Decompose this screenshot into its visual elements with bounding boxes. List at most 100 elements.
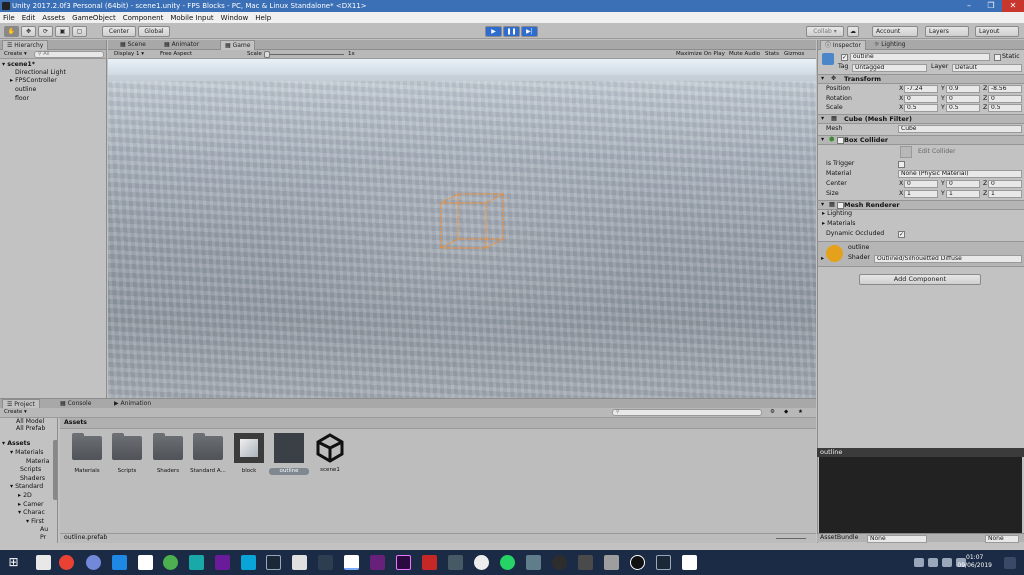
- collider-enabled-checkbox[interactable]: [837, 137, 844, 144]
- virtualbox-icon[interactable]: [241, 555, 256, 570]
- app-icon[interactable]: [682, 555, 697, 570]
- menu-window[interactable]: Window: [221, 14, 249, 22]
- stats-toggle[interactable]: Stats: [763, 51, 781, 58]
- premiere-icon[interactable]: [396, 555, 411, 570]
- asset-shaders-folder[interactable]: Shaders: [148, 433, 188, 475]
- materials-foldout[interactable]: ▸ Materials: [822, 220, 855, 228]
- size-y-field[interactable]: 1: [946, 190, 980, 198]
- tree-scrollbar[interactable]: [53, 440, 57, 500]
- scale-z-field[interactable]: 0.5: [988, 104, 1022, 112]
- app-icon[interactable]: [526, 555, 541, 570]
- icon-size-slider[interactable]: [776, 538, 806, 539]
- rotate-tool-icon[interactable]: ⟳: [38, 26, 53, 37]
- tree-shaders[interactable]: Shaders: [20, 475, 45, 483]
- minimize-button[interactable]: –: [958, 0, 980, 12]
- game-viewport[interactable]: [108, 59, 816, 398]
- scale-y-field[interactable]: 0.5: [946, 104, 980, 112]
- add-component-button[interactable]: Add Component: [859, 274, 981, 285]
- whatsapp-icon[interactable]: [500, 555, 515, 570]
- tree-audio[interactable]: Au: [40, 526, 48, 534]
- scale-slider-handle[interactable]: [264, 51, 270, 58]
- hierarchy-item-fpscontroller[interactable]: ▸ FPSController: [10, 77, 57, 85]
- tag-dropdown[interactable]: Untagged: [852, 64, 927, 72]
- is-trigger-checkbox[interactable]: [898, 161, 905, 168]
- tab-scene[interactable]: ▦ Scene: [116, 40, 150, 50]
- layer-dropdown[interactable]: Default: [952, 64, 1022, 72]
- asset-scripts-folder[interactable]: Scripts: [107, 433, 147, 475]
- menu-help[interactable]: Help: [255, 14, 271, 22]
- tab-animator[interactable]: ▦ Animator: [160, 40, 203, 50]
- itunes-icon[interactable]: [474, 555, 489, 570]
- preview-viewport[interactable]: [819, 457, 1022, 533]
- hierarchy-item-outline[interactable]: outline: [15, 86, 36, 94]
- file-explorer-icon[interactable]: [36, 555, 51, 570]
- app-icon[interactable]: [163, 555, 178, 570]
- layers-dropdown[interactable]: Layers: [925, 26, 969, 37]
- asset-scene1[interactable]: scene1: [310, 433, 350, 474]
- network-icon[interactable]: [928, 558, 938, 567]
- rotation-z-field[interactable]: 0: [988, 95, 1022, 103]
- menu-gameobject[interactable]: GameObject: [72, 14, 116, 22]
- position-z-field[interactable]: -8.56: [988, 85, 1022, 93]
- app-icon[interactable]: [189, 555, 204, 570]
- expand-arrow-icon[interactable]: ▸: [821, 255, 824, 263]
- app-icon[interactable]: [292, 555, 307, 570]
- app-icon[interactable]: [318, 555, 333, 570]
- hierarchy-search-input[interactable]: ⚲ All: [34, 51, 104, 58]
- assetbundle-name-dropdown[interactable]: None: [867, 535, 927, 543]
- maximize-button[interactable]: ❐: [980, 0, 1002, 12]
- lighting-foldout[interactable]: ▸ Lighting: [822, 210, 852, 218]
- volume-icon[interactable]: [942, 558, 952, 567]
- filter-label-icon[interactable]: ◆: [782, 409, 790, 416]
- edit-collider-button[interactable]: Edit Collider: [918, 148, 956, 156]
- global-space-button[interactable]: Global: [138, 26, 170, 37]
- move-tool-icon[interactable]: ✥: [21, 26, 36, 37]
- mesh-filter-header[interactable]: Cube (Mesh Filter): [818, 114, 1024, 124]
- tab-inspector[interactable]: ⓘ Inspector: [820, 40, 866, 50]
- asset-materials-folder[interactable]: Materials: [67, 433, 107, 475]
- center-y-field[interactable]: 0: [946, 180, 980, 188]
- app-icon[interactable]: [552, 555, 567, 570]
- chrome-icon[interactable]: [59, 555, 74, 570]
- asset-standard-assets-folder[interactable]: Standard A...: [188, 433, 228, 475]
- tray-arrow-icon[interactable]: [914, 558, 924, 567]
- system-clock[interactable]: 01:07 09/06/2019: [957, 554, 992, 570]
- scale-tool-icon[interactable]: ▣: [55, 26, 70, 37]
- collab-button[interactable]: Collab ▾: [806, 26, 844, 37]
- asset-outline-prefab[interactable]: outline: [269, 433, 309, 475]
- menu-file[interactable]: File: [3, 14, 15, 22]
- app-icon[interactable]: [604, 555, 619, 570]
- rotation-y-field[interactable]: 0: [946, 95, 980, 103]
- tree-scripts[interactable]: Scripts: [20, 466, 41, 474]
- shader-dropdown[interactable]: Outlined/Silhouetted Diffuse: [874, 255, 1022, 263]
- layout-dropdown[interactable]: Layout: [975, 26, 1019, 37]
- mute-audio-toggle[interactable]: Mute Audio: [727, 51, 762, 58]
- scale-slider[interactable]: [264, 54, 344, 55]
- maximize-on-play-toggle[interactable]: Maximize On Play: [674, 51, 727, 58]
- expand-arrow-icon[interactable]: ▾: [821, 115, 824, 123]
- renderer-enabled-checkbox[interactable]: [837, 202, 844, 209]
- box-collider-header[interactable]: Box Collider: [818, 135, 1024, 145]
- unity-taskbar-icon[interactable]: [344, 555, 359, 570]
- app-icon[interactable]: [422, 555, 437, 570]
- blender-icon[interactable]: [138, 555, 153, 570]
- obs-icon[interactable]: [630, 555, 645, 570]
- tab-lighting[interactable]: ☼ Lighting: [870, 40, 910, 50]
- rect-tool-icon[interactable]: ▢: [72, 26, 87, 37]
- center-x-field[interactable]: 0: [904, 180, 938, 188]
- transform-header[interactable]: Transform: [818, 74, 1024, 84]
- tree-materials-sub[interactable]: Materia: [26, 458, 49, 466]
- mesh-field[interactable]: Cube: [898, 125, 1022, 133]
- app-icon[interactable]: [578, 555, 593, 570]
- scene-root[interactable]: ▾ scene1*: [2, 61, 35, 69]
- notifications-icon[interactable]: [1004, 557, 1016, 569]
- position-x-field[interactable]: -7.24: [904, 85, 938, 93]
- tree-cameras[interactable]: ▸ Camer: [18, 501, 44, 509]
- gizmos-dropdown[interactable]: Gizmos: [782, 51, 806, 58]
- app-icon[interactable]: [215, 555, 230, 570]
- tab-hierarchy[interactable]: ☰ Hierarchy: [2, 40, 49, 50]
- size-z-field[interactable]: 1: [988, 190, 1022, 198]
- menu-component[interactable]: Component: [123, 14, 164, 22]
- tab-game[interactable]: ▦ Game: [220, 40, 256, 50]
- aspect-dropdown[interactable]: Free Aspect: [158, 51, 240, 58]
